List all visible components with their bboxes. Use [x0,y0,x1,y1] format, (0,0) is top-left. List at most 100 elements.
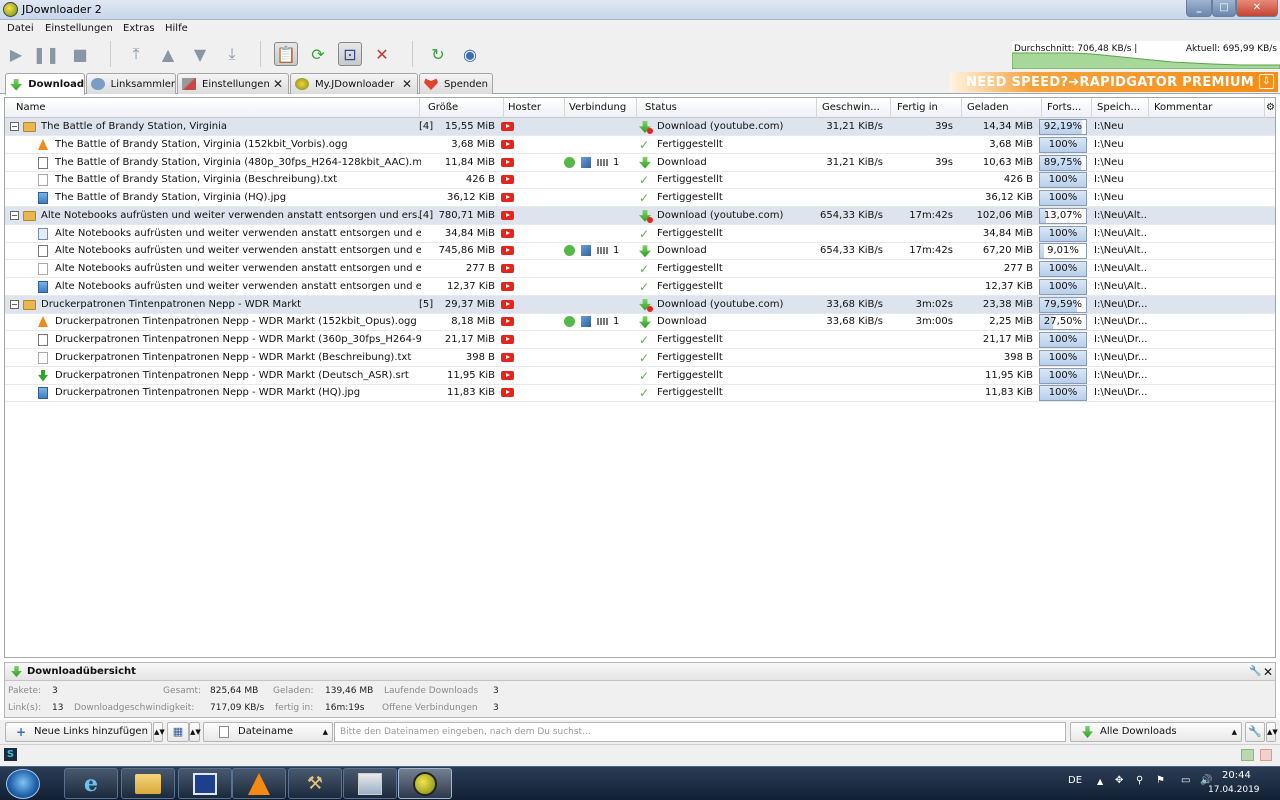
calendar-filter-button[interactable]: ▦ [167,722,189,742]
refresh-icon[interactable] [1241,749,1254,761]
file-row[interactable]: The Battle of Brandy Station, Virginia (… [5,171,1275,190]
file-row[interactable]: The Battle of Brandy Station, Virginia (… [5,136,1275,154]
resume-icon [581,316,591,328]
calendar-dropdown-arrow[interactable]: ▲▼ [189,722,201,742]
file-row[interactable]: Druckerpatronen Tintenpatronen Nepp - WD… [5,349,1275,367]
links-label: Link(s): [8,703,42,713]
start-button[interactable] [6,769,40,799]
file-row[interactable]: Alte Notebooks aufrüsten und weiter verw… [5,225,1275,243]
clock-date[interactable]: 17.04.2019 [1208,785,1260,795]
menu-datei[interactable]: Datei [7,23,34,34]
progress-text: 100% [1048,351,1078,363]
column-connection[interactable]: Verbindung [565,98,637,118]
move-up-icon[interactable]: ▲ [156,42,180,66]
tab-spenden[interactable]: Spenden [419,73,493,94]
collapse-toggle-icon[interactable]: − [10,299,19,309]
file-row[interactable]: Druckerpatronen Tintenpatronen Nepp - WD… [5,384,1275,403]
close-window-button[interactable]: ✕ [1236,0,1278,17]
file-row[interactable]: Druckerpatronen Tintenpatronen Nepp - WD… [5,331,1275,349]
language-indicator[interactable]: DE [1068,775,1082,786]
network-icon[interactable]: ▭ [1181,775,1190,786]
file-row[interactable]: Alte Notebooks aufrüsten und weiter verw… [5,260,1275,278]
file-name: Druckerpatronen Tintenpatronen Nepp - WD… [55,316,417,328]
file-row[interactable]: Alte Notebooks aufrüsten und weiter verw… [5,278,1275,296]
file-row[interactable]: Druckerpatronen Tintenpatronen Nepp - WD… [5,313,1275,332]
search-field-selector[interactable]: Dateiname ▲ [203,722,333,742]
maximize-button[interactable]: □ [1212,0,1236,17]
show-hidden-icons-icon[interactable]: ▲ [1097,777,1103,786]
installer-taskbar-icon[interactable] [343,768,397,799]
close-tab-icon[interactable]: ✕ [402,77,412,91]
pause-downloads-icon[interactable]: ❚❚ [33,42,60,66]
add-links-dropdown-arrow[interactable]: ▲▼ [153,722,165,742]
column-name[interactable]: Name [12,98,420,118]
quick-settings-arrow[interactable]: ▲▼ [1266,722,1278,742]
quick-settings-button[interactable]: 🔧 [1245,722,1265,742]
column-status[interactable]: Status [641,98,817,118]
checkmark-icon: ✓ [639,173,650,188]
size-cell: 34,84 MiB [444,227,495,239]
clock-time[interactable]: 20:44 [1222,770,1251,781]
loaded-cell: 12,37 KiB [984,280,1033,292]
column-eta[interactable]: Fertig in [891,98,962,118]
package-row[interactable]: − Alte Notebooks aufrüsten und weiter ver… [5,206,1275,225]
progress-text: 100% [1048,280,1078,292]
column-hoster[interactable]: Hoster [504,98,565,118]
tool-taskbar-icon[interactable]: ⚒ [288,768,342,799]
package-row[interactable]: − Druckerpatronen Tintenpatronen Nepp - W… [5,295,1275,314]
column-progress[interactable]: Forts... [1042,98,1092,118]
search-input[interactable]: Bitte den Dateinamen eingeben, nach dem … [334,722,1066,742]
overview-close-icon[interactable]: ✕ [1263,665,1273,679]
tab-myjdownloader[interactable]: My.JDownloader ✕ [290,73,418,94]
minimize-button[interactable]: _ [1186,0,1212,17]
column-size[interactable]: Größe [424,98,504,118]
vlc-taskbar-icon[interactable] [232,768,286,799]
collapse-toggle-icon[interactable]: − [10,122,19,131]
update-icon[interactable]: ↻ [426,42,450,66]
clipboard-icon[interactable] [1260,749,1272,761]
checkmark-icon: ✓ [639,386,650,401]
file-name: Alte Notebooks aufrüsten und weiter verw… [55,280,421,292]
silent-mode-icon[interactable]: ✕ [370,42,394,66]
usb-icon[interactable]: ⚲ [1136,775,1143,786]
view-filter-selector[interactable]: Alle Downloads ▲ [1070,722,1242,742]
tab-einstellungen[interactable]: Einstellungen ✕ [177,73,289,94]
file-row[interactable]: The Battle of Brandy Station, Virginia (… [5,154,1275,172]
reconnect-icon[interactable]: ⟳ [306,42,330,66]
move-to-top-icon[interactable]: ⤒ [124,42,148,66]
explorer-taskbar-icon[interactable] [121,768,175,799]
internet-explorer-taskbar-icon[interactable]: e [64,768,118,799]
stop-downloads-icon[interactable]: ■ [68,42,92,66]
menu-hilfe[interactable]: Hilfe [165,23,188,34]
tab-download[interactable]: Download [5,73,85,95]
close-tab-icon[interactable]: ✕ [273,77,283,91]
save-app-taskbar-icon[interactable] [178,768,232,799]
start-downloads-icon[interactable]: ▶ [4,42,28,66]
online-status-icon[interactable]: ◉ [458,42,482,66]
progress-text: 100% [1048,369,1078,381]
column-save-to[interactable]: Speich... [1092,98,1149,118]
move-to-bottom-icon[interactable]: ⤓ [220,42,244,66]
premium-promo-banner[interactable]: NEED SPEED?➔RAPIDGATOR PREMIUM ⇩ [950,72,1278,92]
tab-download-label: Download [28,79,84,90]
clipboard-observer-icon[interactable]: 📋 [274,42,298,66]
file-row[interactable]: Druckerpatronen Tintenpatronen Nepp - WD… [5,367,1275,385]
move-down-icon[interactable]: ▼ [188,42,212,66]
dropbox-icon[interactable]: ✥ [1115,775,1123,786]
file-row[interactable]: Alte Notebooks aufrüsten und weiter verw… [5,242,1275,261]
file-row[interactable]: The Battle of Brandy Station, Virginia (… [5,189,1275,207]
menu-extras[interactable]: Extras [123,23,155,34]
column-comment[interactable]: Kommentar [1149,98,1265,118]
column-settings-icon[interactable]: ⚙ [1265,98,1275,118]
menu-einstellungen[interactable]: Einstellungen [45,23,113,34]
column-speed[interactable]: Geschwin... [817,98,891,118]
action-center-flag-icon[interactable]: ⚑ [1156,775,1165,786]
overview-settings-icon[interactable]: 🔧 [1249,666,1261,677]
jdownloader-taskbar-icon[interactable] [398,768,452,799]
tab-linksammler[interactable]: Linksammler [86,73,176,94]
package-row[interactable]: − The Battle of Brandy Station, Virginia[… [5,118,1275,136]
column-loaded[interactable]: Geladen [962,98,1042,118]
collapse-toggle-icon[interactable]: − [10,210,19,220]
premium-account-icon[interactable]: ⊡ [338,42,362,66]
add-links-button[interactable]: + Neue Links hinzufügen [5,722,152,742]
